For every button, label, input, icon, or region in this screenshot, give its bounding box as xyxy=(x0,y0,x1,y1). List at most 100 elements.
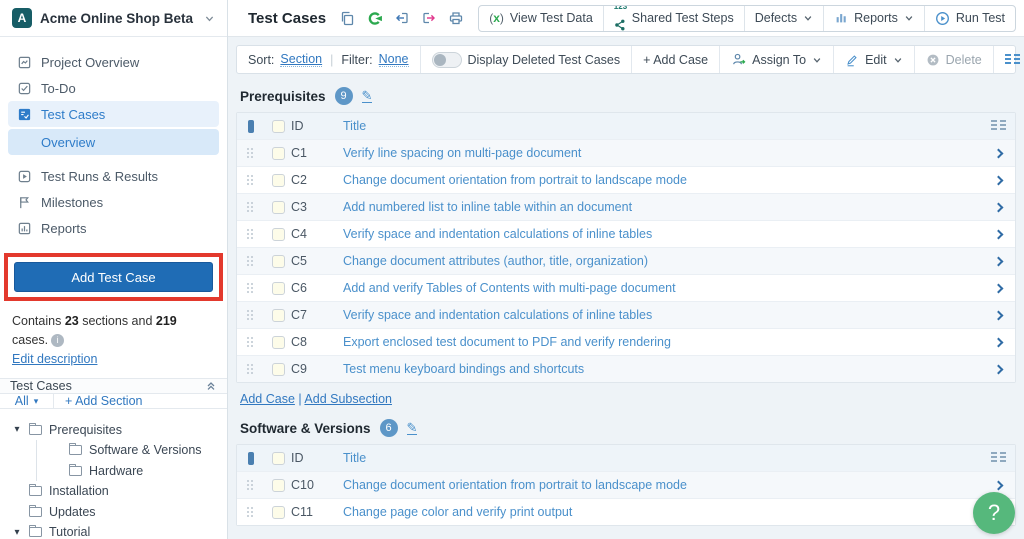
sidebar-item-test-cases[interactable]: Test Cases xyxy=(8,101,219,127)
case-title-link[interactable]: Change document orientation from portrai… xyxy=(343,173,981,187)
table-row[interactable]: C9Test menu keyboard bindings and shortc… xyxy=(237,355,1015,382)
row-checkbox[interactable] xyxy=(272,201,285,214)
columns-button[interactable]: Columns xyxy=(993,46,1024,73)
row-checkbox[interactable] xyxy=(272,363,285,376)
table-row[interactable]: C5Change document attributes (author, ti… xyxy=(237,247,1015,274)
select-all-checkbox[interactable] xyxy=(272,452,285,465)
table-row[interactable]: C11Change page color and verify print ou… xyxy=(237,498,1015,525)
drag-handle-icon[interactable] xyxy=(247,282,255,294)
assign-to-button[interactable]: Assign To xyxy=(719,46,833,73)
case-title-link[interactable]: Add and verify Tables of Contents with m… xyxy=(343,281,981,295)
select-all-checkbox[interactable] xyxy=(272,120,285,133)
sidebar-item-milestones[interactable]: Milestones xyxy=(8,189,219,215)
filter-value-link[interactable]: None xyxy=(379,52,409,67)
case-title-link[interactable]: Verify space and indentation calculation… xyxy=(343,227,981,241)
export-icon[interactable] xyxy=(421,10,437,26)
table-row[interactable]: C3Add numbered list to inline table with… xyxy=(237,193,1015,220)
case-title-link[interactable]: Verify line spacing on multi-page docume… xyxy=(343,146,981,160)
sidebar-item-test-runs-results[interactable]: Test Runs & Results xyxy=(8,163,219,189)
edit-button[interactable]: Edit xyxy=(833,46,914,73)
chevron-right-icon[interactable] xyxy=(993,229,1003,239)
chevron-right-icon[interactable] xyxy=(993,480,1003,490)
edit-section-icon[interactable]: ✎ xyxy=(362,89,373,104)
sort-value-link[interactable]: Section xyxy=(280,52,322,67)
drag-handle-icon[interactable] xyxy=(247,309,255,321)
row-checkbox[interactable] xyxy=(272,228,285,241)
tree-node[interactable]: Updates xyxy=(12,501,227,522)
chevron-right-icon[interactable] xyxy=(993,283,1003,293)
sidebar-item-project-overview[interactable]: Project Overview xyxy=(8,49,219,75)
table-row[interactable]: C8Export enclosed test document to PDF a… xyxy=(237,328,1015,355)
case-title-link[interactable]: Test menu keyboard bindings and shortcut… xyxy=(343,362,981,376)
tree-node[interactable]: Hardware xyxy=(36,460,227,481)
shared-test-steps-button[interactable]: 123Shared Test Steps xyxy=(603,6,744,31)
project-switcher[interactable]: A Acme Online Shop Beta xyxy=(0,0,227,37)
defects-button[interactable]: Defects xyxy=(744,6,823,31)
tree-filter-all[interactable]: All ▾ xyxy=(0,394,54,408)
sidebar-item-reports[interactable]: Reports xyxy=(8,215,219,241)
copy-icon[interactable] xyxy=(339,10,355,26)
add-section-link[interactable]: + Add Section xyxy=(54,394,154,408)
table-row[interactable]: C6Add and verify Tables of Contents with… xyxy=(237,274,1015,301)
sidebar-item-to-do[interactable]: To-Do xyxy=(8,75,219,101)
drag-handle-icon[interactable] xyxy=(247,479,255,491)
delete-button[interactable]: Delete xyxy=(914,46,993,73)
row-checkbox[interactable] xyxy=(272,336,285,349)
add-case-button[interactable]: + Add Case xyxy=(631,46,719,73)
reports-button[interactable]: Reports xyxy=(823,6,924,31)
drag-handle-icon[interactable] xyxy=(247,363,255,375)
table-row[interactable]: C7Verify space and indentation calculati… xyxy=(237,301,1015,328)
drag-handle-icon[interactable] xyxy=(247,174,255,186)
tree-node[interactable]: Installation xyxy=(12,481,227,502)
add-subsection-link[interactable]: Add Subsection xyxy=(304,392,392,406)
table-row[interactable]: C1Verify line spacing on multi-page docu… xyxy=(237,139,1015,166)
collapse-icon[interactable] xyxy=(205,380,217,392)
row-checkbox[interactable] xyxy=(272,309,285,322)
chevron-right-icon[interactable] xyxy=(993,310,1003,320)
tree-node[interactable]: ▾Prerequisites xyxy=(12,419,227,440)
row-checkbox[interactable] xyxy=(272,479,285,492)
chevron-right-icon[interactable] xyxy=(993,364,1003,374)
row-checkbox[interactable] xyxy=(272,174,285,187)
drag-handle-icon[interactable] xyxy=(247,506,255,518)
row-checkbox[interactable] xyxy=(272,506,285,519)
drag-handle-icon[interactable] xyxy=(247,255,255,267)
columns-icon[interactable] xyxy=(991,452,1006,464)
import-refresh-icon[interactable] xyxy=(366,10,383,27)
edit-section-icon[interactable]: ✎ xyxy=(407,421,418,436)
run-test-button[interactable]: Run Test xyxy=(924,6,1015,31)
info-icon[interactable]: i xyxy=(51,334,64,347)
drag-handle-icon[interactable] xyxy=(247,228,255,240)
case-title-link[interactable]: Verify space and indentation calculation… xyxy=(343,308,981,322)
chevron-right-icon[interactable] xyxy=(993,202,1003,212)
display-deleted-toggle[interactable] xyxy=(432,52,462,68)
table-row[interactable]: C2Change document orientation from portr… xyxy=(237,166,1015,193)
tree-node[interactable]: Software & Versions xyxy=(36,440,227,461)
case-title-link[interactable]: Add numbered list to inline table within… xyxy=(343,200,981,214)
table-row[interactable]: C10Change document orientation from port… xyxy=(237,471,1015,498)
case-title-link[interactable]: Change page color and verify print outpu… xyxy=(343,505,981,519)
case-title-link[interactable]: Change document orientation from portrai… xyxy=(343,478,981,492)
add-case-link[interactable]: Add Case xyxy=(240,392,295,406)
row-checkbox[interactable] xyxy=(272,147,285,160)
tree-node[interactable]: ▾Tutorial xyxy=(12,522,227,539)
add-test-case-button[interactable]: Add Test Case xyxy=(14,262,213,292)
edit-description-link[interactable]: Edit description xyxy=(12,352,97,366)
view-test-data-button[interactable]: (x)View Test Data xyxy=(479,6,603,31)
table-row[interactable]: C4Verify space and indentation calculati… xyxy=(237,220,1015,247)
caret-down-icon[interactable]: ▾ xyxy=(12,527,22,538)
chevron-right-icon[interactable] xyxy=(993,148,1003,158)
chevron-right-icon[interactable] xyxy=(993,175,1003,185)
case-title-link[interactable]: Change document attributes (author, titl… xyxy=(343,254,981,268)
columns-icon[interactable] xyxy=(991,120,1006,132)
sidebar-item-overview[interactable]: Overview xyxy=(8,129,219,155)
drag-handle-icon[interactable] xyxy=(247,201,255,213)
help-button[interactable]: ? xyxy=(973,492,1015,534)
import-icon[interactable] xyxy=(394,10,410,26)
chevron-right-icon[interactable] xyxy=(993,337,1003,347)
row-checkbox[interactable] xyxy=(272,255,285,268)
chevron-right-icon[interactable] xyxy=(993,256,1003,266)
drag-handle-icon[interactable] xyxy=(247,336,255,348)
case-title-link[interactable]: Export enclosed test document to PDF and… xyxy=(343,335,981,349)
caret-down-icon[interactable]: ▾ xyxy=(12,424,22,435)
